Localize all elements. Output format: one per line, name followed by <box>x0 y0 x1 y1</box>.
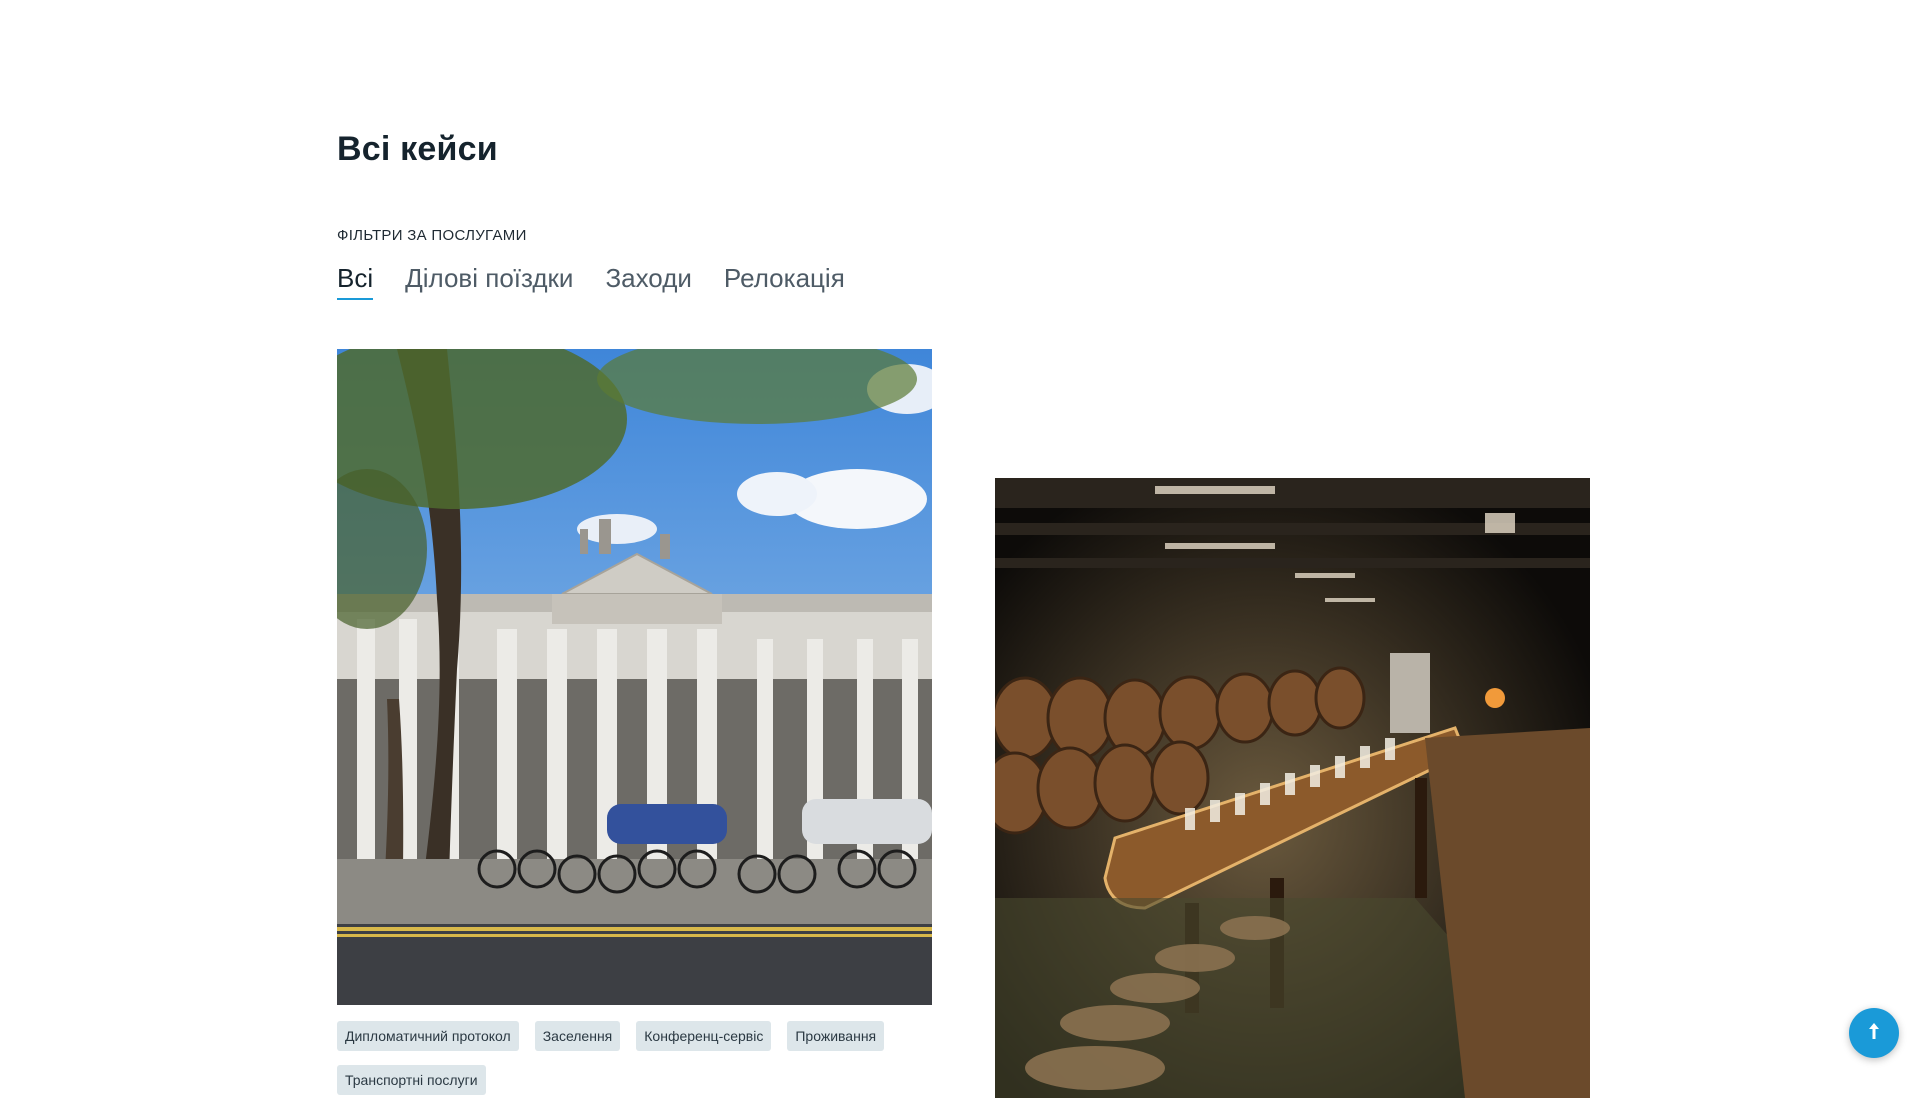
tab-all[interactable]: Всі <box>337 263 374 300</box>
tag-conference-service[interactable]: Конференц-сервіс <box>636 1021 772 1051</box>
case-image[interactable] <box>337 349 932 1005</box>
filter-tabs: Всі Ділові поїздки Заходи Релокація <box>337 263 845 300</box>
page-title: Всі кейси <box>337 130 498 168</box>
filters-label: ФІЛЬТРИ ЗА ПОСЛУГАМИ <box>337 227 527 244</box>
case-card[interactable] <box>995 478 1590 1098</box>
scroll-to-top-button[interactable] <box>1849 1008 1899 1058</box>
tab-business-trips[interactable]: Ділові поїздки <box>405 263 573 300</box>
arrow-up-icon <box>1866 1022 1882 1045</box>
tab-events[interactable]: Заходи <box>605 263 691 300</box>
case-tags: Дипломатичний протокол Заселення Конфере… <box>337 1021 932 1095</box>
case-card[interactable]: Дипломатичний протокол Заселення Конфере… <box>337 349 932 1095</box>
case-image[interactable] <box>995 478 1590 1098</box>
tab-relocation[interactable]: Релокація <box>724 263 845 300</box>
tag-lodging[interactable]: Проживання <box>787 1021 885 1051</box>
tag-transport-services[interactable]: Транспортні послуги <box>337 1065 486 1095</box>
tag-diplomatic-protocol[interactable]: Дипломатичний протокол <box>337 1021 519 1051</box>
tag-accommodation[interactable]: Заселення <box>534 1021 621 1051</box>
